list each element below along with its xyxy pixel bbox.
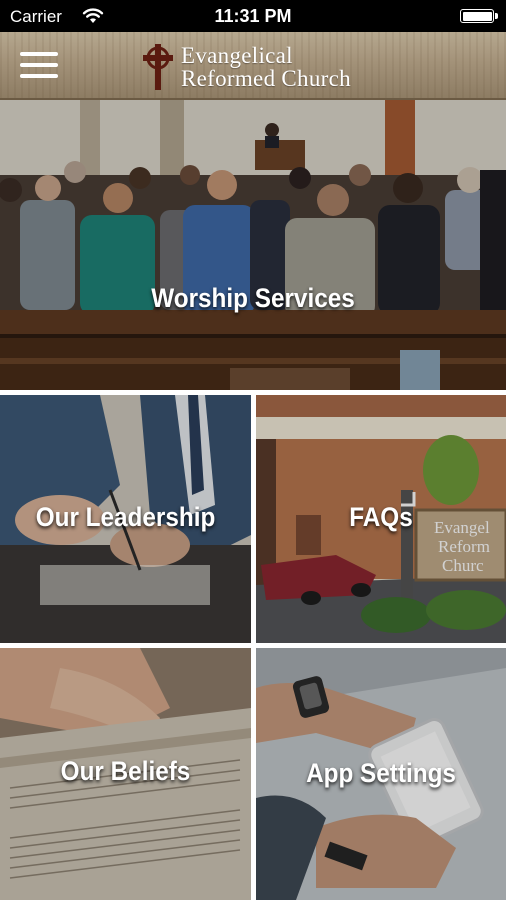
our-leadership-label: Our Leadership (35, 502, 216, 532)
worship-services-label: Worship Services (151, 283, 355, 313)
faqs-label: FAQs (349, 502, 413, 532)
logo-line-1: Evangelical (181, 43, 293, 68)
app-settings-label: App Settings (306, 758, 456, 788)
faqs-tile[interactable]: Evangel Reform Churc FAQs (256, 395, 506, 643)
our-leadership-tile[interactable]: Our Leadership (0, 395, 251, 643)
app-settings-tile[interactable]: App Settings (256, 648, 506, 900)
our-beliefs-tile[interactable]: Our Beliefs (0, 648, 251, 900)
app-header: Evangelical Reformed Church (0, 32, 506, 100)
church-logo-text: Evangelical Reformed Church (181, 44, 351, 90)
celtic-cross-icon (143, 44, 173, 90)
worship-services-tile[interactable]: Worship Services (0, 100, 506, 390)
our-beliefs-label: Our Beliefs (60, 756, 191, 786)
status-bar: Carrier 11:31 PM (0, 0, 506, 32)
logo-line-2: Reformed Church (181, 66, 351, 91)
worship-overlay (0, 100, 506, 390)
battery-icon (460, 9, 498, 23)
hamburger-menu-icon[interactable] (20, 52, 58, 80)
clock-time: 11:31 PM (214, 6, 292, 26)
